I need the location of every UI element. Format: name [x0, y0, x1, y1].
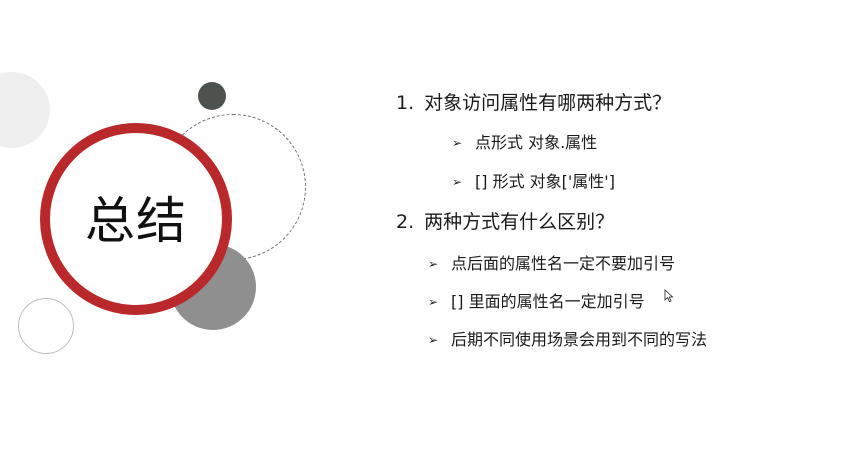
bullet-text: [] 里面的属性名一定加引号	[451, 292, 645, 311]
arrow-bullet-icon: ➢	[452, 136, 463, 150]
decorative-outline-circle	[18, 298, 74, 354]
question-2-text: 两种方式有什么区别？	[424, 211, 615, 233]
question-1-bullet-2: ➢ [] 形式 对象['属性']	[452, 171, 615, 193]
bullet-text: 点后面的属性名一定不要加引号	[451, 254, 676, 273]
arrow-bullet-icon: ➢	[428, 257, 439, 271]
decorative-dark-dot	[198, 82, 226, 110]
question-2: 2. 两种方式有什么区别？	[396, 210, 614, 234]
question-2-number: 2.	[396, 211, 415, 233]
slide-title: 总结	[85, 192, 187, 250]
question-2-bullet-3: ➢ 后期不同使用场景会用到不同的写法	[428, 329, 707, 351]
arrow-bullet-icon: ➢	[428, 333, 439, 347]
title-ring: 总结	[40, 123, 232, 315]
question-1: 1. 对象访问属性有哪两种方式？	[396, 91, 671, 115]
mouse-pointer-icon	[664, 289, 674, 303]
question-2-bullet-1: ➢ 点后面的属性名一定不要加引号	[428, 253, 675, 275]
question-1-number: 1.	[396, 92, 415, 114]
question-1-bullet-1: ➢ 点形式 对象.属性	[452, 132, 597, 154]
arrow-bullet-icon: ➢	[428, 295, 439, 309]
bullet-text: 后期不同使用场景会用到不同的写法	[451, 330, 708, 349]
slide-canvas: 总结 1. 对象访问属性有哪两种方式？ ➢ 点形式 对象.属性 ➢ [] 形式 对象[…	[0, 0, 852, 451]
bullet-text: 点形式 对象.属性	[475, 133, 598, 152]
decorative-light-circle	[0, 72, 50, 148]
question-2-bullet-2: ➢ [] 里面的属性名一定加引号	[428, 291, 645, 313]
arrow-bullet-icon: ➢	[452, 175, 463, 189]
question-1-text: 对象访问属性有哪两种方式？	[424, 92, 672, 114]
bullet-text: [] 形式 对象['属性']	[475, 172, 615, 191]
